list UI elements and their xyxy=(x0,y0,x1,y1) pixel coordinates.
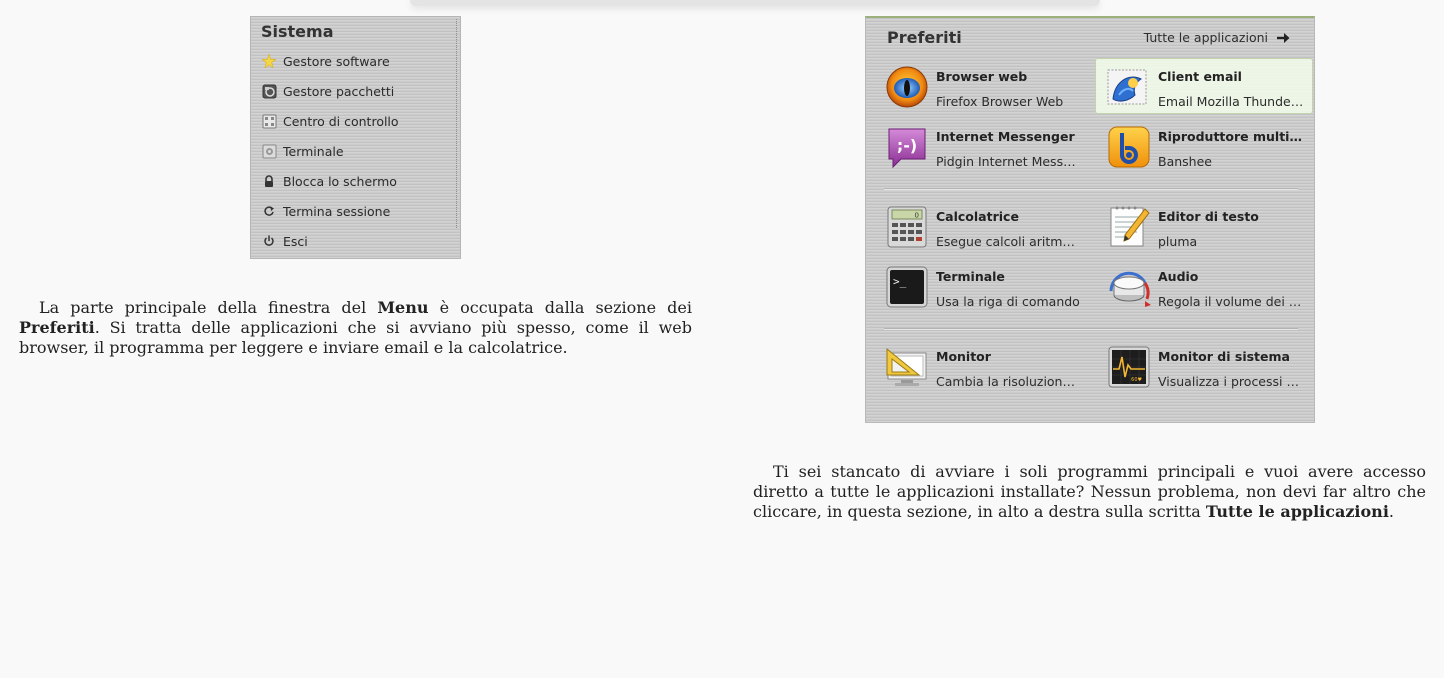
terminal-small-icon xyxy=(261,143,277,159)
sistema-item-gestore-pacchetti[interactable]: Gestore pacchetti xyxy=(261,81,451,101)
lock-icon xyxy=(261,173,277,189)
sistema-item-terminale[interactable]: Terminale xyxy=(261,141,451,161)
app-client-email[interactable]: Client email Email Mozilla Thunderbird xyxy=(1095,58,1313,114)
app-name: Riproduttore multimediale xyxy=(1158,129,1304,144)
app-riproduttore-multimediale[interactable]: Riproduttore multimediale Banshee xyxy=(1088,118,1306,174)
text: . xyxy=(1388,502,1394,521)
paragraph-preferiti: La parte principale della finestra del M… xyxy=(19,298,692,358)
sistema-item-gestore-software[interactable]: Gestore software xyxy=(261,51,451,71)
sistema-item-label: Gestore software xyxy=(283,53,390,69)
sistema-item-centro-di-controllo[interactable]: Centro di controllo xyxy=(261,111,451,131)
thunderbird-icon xyxy=(1107,69,1147,105)
sistema-item-termina-sessione[interactable]: Termina sessione xyxy=(261,201,451,221)
app-editor-di-testo[interactable]: Editor di testo pluma xyxy=(1088,198,1306,254)
text: . Si tratta delle applicazioni che si av… xyxy=(19,318,692,357)
app-browser-web[interactable]: Browser web Firefox Browser Web xyxy=(866,58,1084,114)
system-monitor-icon: 60♥ xyxy=(1108,346,1150,388)
svg-text:;-): ;-) xyxy=(897,136,917,155)
bold-preferiti: Preferiti xyxy=(19,318,95,337)
sistema-item-label: Blocca lo schermo xyxy=(283,173,397,189)
sistema-item-label: Centro di controllo xyxy=(283,113,399,129)
control-center-icon xyxy=(261,113,277,129)
preferiti-panel: Preferiti Tutte le applicazioni Browser … xyxy=(865,16,1315,423)
sistema-title: Sistema xyxy=(261,22,334,41)
app-name: Client email xyxy=(1158,69,1242,84)
app-name: Monitor di sistema xyxy=(1158,349,1290,364)
app-name: Terminale xyxy=(936,269,1005,284)
bold-menu: Menu xyxy=(377,298,429,317)
sistema-item-label: Terminale xyxy=(283,143,344,159)
app-calcolatrice[interactable]: 0 Calcolatrice Esegue calcoli aritmetici xyxy=(866,198,1084,254)
firefox-icon xyxy=(886,66,928,108)
text: La parte principale della finestra del xyxy=(39,298,378,317)
app-description: Regola il volume dei suoni xyxy=(1158,294,1304,309)
arrow-right-icon xyxy=(1277,32,1290,43)
app-description: Pidgin Internet Messenger xyxy=(936,154,1082,169)
star-icon xyxy=(261,53,277,69)
power-icon xyxy=(261,233,277,249)
app-description: Usa la riga di comando xyxy=(936,294,1080,309)
app-description: Cambia la risoluzione e la posizione dei… xyxy=(936,374,1082,389)
text-editor-icon xyxy=(1110,206,1150,247)
separator xyxy=(884,328,1298,330)
calculator-icon: 0 xyxy=(887,206,927,248)
sistema-item-esci[interactable]: Esci xyxy=(261,231,451,251)
svg-text:>_: >_ xyxy=(893,275,907,288)
bold-tutte-le-applicazioni: Tutte le applicazioni xyxy=(1205,502,1389,521)
sistema-item-label: Termina sessione xyxy=(283,203,391,219)
paragraph-tutte-le-applicazioni: Ti sei stancato di avviare i soli progra… xyxy=(753,462,1426,522)
app-description: Visualizza i processi correnti xyxy=(1158,374,1304,389)
audio-knob-icon xyxy=(1109,271,1151,307)
package-manager-icon xyxy=(261,83,277,99)
sistema-panel: Sistema Gestore software Gestore pacchet… xyxy=(250,16,461,259)
all-applications-label: Tutte le applicazioni xyxy=(1143,30,1268,45)
app-terminale[interactable]: >_ Terminale Usa la riga di comando xyxy=(866,258,1084,314)
svg-text:60♥: 60♥ xyxy=(1131,377,1142,383)
app-monitor-di-sistema[interactable]: 60♥ Monitor di sistema Visualizza i proc… xyxy=(1088,338,1306,394)
sistema-item-label: Esci xyxy=(283,233,308,249)
text: è occupata dalla sezione dei xyxy=(428,298,692,317)
terminal-icon: >_ xyxy=(886,266,928,308)
logout-icon xyxy=(261,203,277,219)
app-audio[interactable]: Audio Regola il volume dei suoni xyxy=(1088,258,1306,314)
app-name: Browser web xyxy=(936,69,1028,84)
preferiti-title: Preferiti xyxy=(887,28,962,47)
app-description: Esegue calcoli aritmetici xyxy=(936,234,1082,249)
app-name: Internet Messenger xyxy=(936,129,1075,144)
app-description: Firefox Browser Web xyxy=(936,94,1064,109)
app-monitor[interactable]: Monitor Cambia la risoluzione e la posiz… xyxy=(866,338,1084,394)
app-name: Editor di testo xyxy=(1158,209,1259,224)
separator xyxy=(884,188,1298,190)
all-applications-button[interactable]: Tutte le applicazioni xyxy=(1144,30,1290,45)
app-internet-messenger[interactable]: ;-) Internet Messenger Pidgin Internet M… xyxy=(866,118,1084,174)
app-name: Calcolatrice xyxy=(936,209,1019,224)
app-description: Email Mozilla Thunderbird xyxy=(1158,94,1304,109)
pidgin-icon: ;-) xyxy=(888,128,926,169)
svg-text:0: 0 xyxy=(915,212,919,220)
sistema-item-blocca-lo-schermo[interactable]: Blocca lo schermo xyxy=(261,171,451,191)
window-shadow xyxy=(410,0,1100,6)
app-description: pluma xyxy=(1158,234,1198,249)
monitor-icon xyxy=(886,347,927,386)
sistema-item-label: Gestore pacchetti xyxy=(283,83,395,99)
banshee-icon xyxy=(1108,126,1150,168)
app-name: Audio xyxy=(1158,269,1199,284)
app-description: Banshee xyxy=(1158,154,1212,169)
app-name: Monitor xyxy=(936,349,991,364)
